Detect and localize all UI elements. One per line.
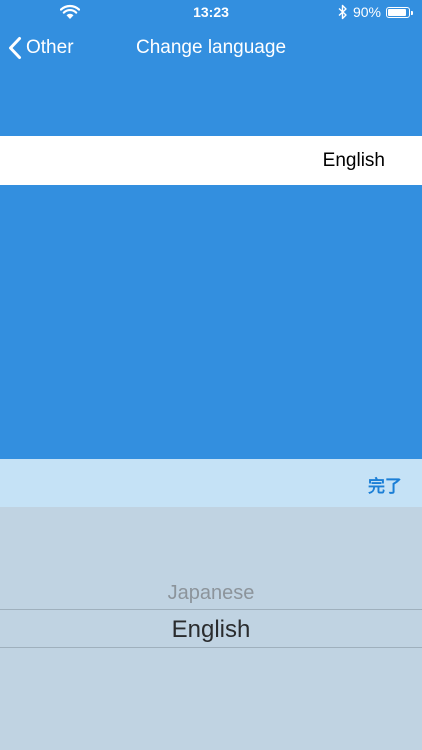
picker-selection-line-top xyxy=(0,609,422,610)
battery-fill xyxy=(388,8,406,16)
picker-option-english[interactable]: English xyxy=(0,616,422,644)
bluetooth-icon xyxy=(338,4,347,20)
nav-bar: Other Change language xyxy=(0,24,422,72)
page-title: Change language xyxy=(135,37,287,58)
battery-tip xyxy=(411,10,413,15)
screen: 13:23 90% Other Change language English … xyxy=(0,0,422,750)
picker-selection-line-bottom xyxy=(0,647,422,648)
battery-icon xyxy=(386,6,413,18)
status-bar: 13:23 90% xyxy=(0,0,422,24)
picker-toolbar: 完了 xyxy=(0,459,422,507)
picker-option-japanese[interactable]: Japanese xyxy=(0,582,422,605)
done-button[interactable]: 完了 xyxy=(368,472,402,497)
language-value: English xyxy=(322,150,385,171)
language-picker[interactable]: Japanese English xyxy=(0,507,422,750)
status-right: 90% xyxy=(338,3,413,21)
language-selector-row[interactable]: English xyxy=(0,136,422,185)
battery-percent: 90% xyxy=(352,4,381,20)
